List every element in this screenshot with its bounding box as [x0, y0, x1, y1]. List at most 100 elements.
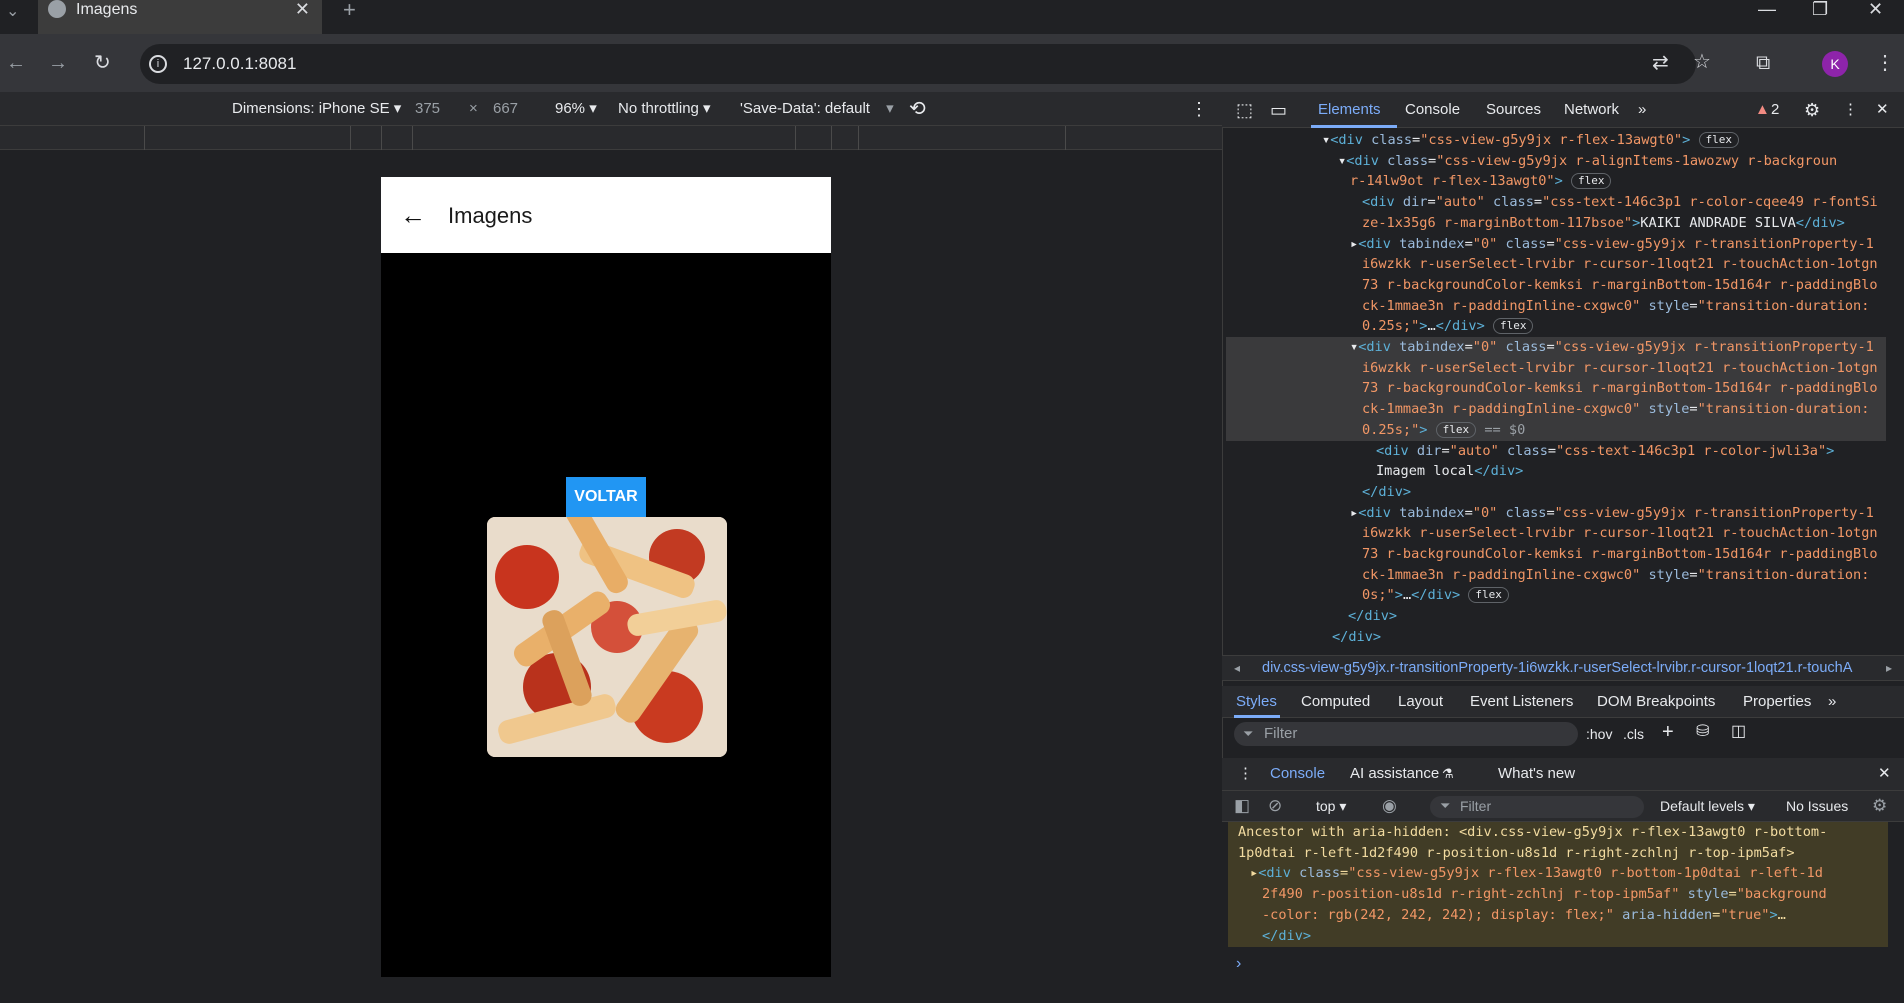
throttling-select[interactable]: No throttling ▾: [618, 92, 711, 126]
tab-sources[interactable]: Sources: [1486, 92, 1541, 128]
tree-line-selected[interactable]: ck-1mmae3n r-paddingInline-cxgwc0" style…: [1226, 399, 1886, 420]
tab-styles[interactable]: Styles: [1236, 686, 1277, 718]
arrow-left-icon[interactable]: ←: [400, 198, 426, 232]
tab-properties[interactable]: Properties: [1743, 686, 1811, 718]
menu-icon[interactable]: ⋮: [1875, 51, 1895, 75]
hov-button[interactable]: :hov: [1586, 722, 1612, 746]
translate-icon[interactable]: ⇄: [1652, 51, 1669, 75]
drawer-tab-ai-assistance[interactable]: AI assistance: [1350, 758, 1439, 790]
settings-gear-icon[interactable]: ⚙: [1804, 92, 1820, 128]
close-devtools-icon[interactable]: ✕: [1876, 92, 1889, 128]
warning-icon[interactable]: ▲: [1755, 92, 1770, 128]
tab-network[interactable]: Network: [1564, 92, 1619, 128]
restore-icon[interactable]: ❐: [1812, 0, 1828, 18]
tree-line[interactable]: Imagem local</div>: [1226, 461, 1886, 482]
tree-line[interactable]: ▸<div tabindex="0" class="css-view-g5y9j…: [1226, 234, 1886, 255]
forward-icon[interactable]: →: [48, 51, 68, 75]
width-input[interactable]: 375: [415, 92, 440, 126]
tab-event-listeners[interactable]: Event Listeners: [1470, 686, 1573, 718]
close-drawer-icon[interactable]: ✕: [1878, 758, 1891, 790]
close-window-icon[interactable]: ✕: [1868, 0, 1883, 18]
save-data-select[interactable]: 'Save-Data': default ▾: [740, 92, 894, 126]
media-query-ruler[interactable]: [0, 126, 1222, 150]
tree-line-selected[interactable]: 0.25s;"> flex == $0: [1226, 419, 1886, 441]
breadcrumb[interactable]: div.css-view-g5y9jx.r-transitionProperty…: [1262, 655, 1877, 681]
tree-line[interactable]: ck-1mmae3n r-paddingInline-cxgwc0" style…: [1226, 296, 1886, 317]
tree-line[interactable]: ▸<div tabindex="0" class="css-view-g5y9j…: [1226, 503, 1886, 524]
tree-line-selected[interactable]: ▾<div tabindex="0" class="css-view-g5y9j…: [1226, 337, 1886, 358]
zoom-select[interactable]: 96% ▾: [555, 92, 597, 126]
sidebar-toggle-icon[interactable]: ◫: [1731, 720, 1746, 744]
levels-select[interactable]: Default levels ▾: [1660, 790, 1755, 822]
voltar-button[interactable]: VOLTAR: [566, 477, 646, 517]
height-input[interactable]: 667: [493, 92, 518, 126]
clear-console-icon[interactable]: ⊘: [1268, 790, 1282, 822]
drawer-tab-console[interactable]: Console: [1270, 758, 1325, 790]
tree-line-selected[interactable]: 73 r-backgroundColor-kemksi r-marginBott…: [1226, 378, 1886, 400]
warning-count[interactable]: 2: [1771, 92, 1779, 128]
profile-avatar[interactable]: K: [1822, 51, 1848, 77]
tree-line[interactable]: <div dir="auto" class="css-text-146c3p1 …: [1226, 441, 1886, 462]
tree-line[interactable]: </div>: [1226, 627, 1886, 648]
tree-line[interactable]: 73 r-backgroundColor-kemksi r-marginBott…: [1226, 275, 1886, 296]
tree-line[interactable]: ▾<div class="css-view-g5y9jx r-flex-13aw…: [1226, 130, 1886, 151]
tab-console[interactable]: Console: [1405, 92, 1460, 128]
context-select[interactable]: top ▾: [1316, 790, 1346, 822]
tab-elements[interactable]: Elements: [1318, 92, 1381, 128]
close-tab-icon[interactable]: ✕: [295, 0, 310, 18]
more-tabs-icon[interactable]: »: [1638, 92, 1646, 128]
tree-line[interactable]: </div>: [1226, 606, 1886, 627]
cls-button[interactable]: .cls: [1623, 722, 1644, 746]
browser-tab[interactable]: Imagens ✕: [38, 0, 322, 34]
sidebar-icon[interactable]: ◧: [1234, 790, 1250, 822]
flex-badge[interactable]: flex: [1468, 587, 1509, 604]
tree-line[interactable]: 73 r-backgroundColor-kemksi r-marginBott…: [1226, 544, 1886, 565]
drawer-menu-icon[interactable]: ⋮: [1238, 758, 1253, 790]
tab-dom-breakpoints[interactable]: DOM Breakpoints: [1597, 686, 1715, 718]
reload-icon[interactable]: ↻: [94, 51, 111, 75]
issues-button[interactable]: No Issues: [1786, 790, 1848, 822]
inspect-element-icon[interactable]: ⬚: [1236, 92, 1253, 128]
drawer-tab-whats-new[interactable]: What's new: [1498, 758, 1575, 790]
device-select[interactable]: Dimensions: iPhone SE ▾: [232, 92, 401, 126]
flex-badge[interactable]: flex: [1698, 132, 1739, 148]
add-rule-icon[interactable]: +: [1662, 720, 1674, 744]
console-settings-icon[interactable]: ⚙: [1872, 790, 1887, 822]
crumb-left-icon[interactable]: ◂: [1234, 655, 1240, 681]
elements-tree[interactable]: ▾<div class="css-view-g5y9jx r-flex-13aw…: [1226, 130, 1886, 650]
tree-line[interactable]: r-14lw9ot r-flex-13awgt0"> flex: [1226, 171, 1886, 192]
flex-badge[interactable]: flex: [1435, 421, 1477, 438]
tree-line[interactable]: i6wzkk r-userSelect-lrvibr r-cursor-1loq…: [1226, 523, 1886, 544]
more-style-tabs-icon[interactable]: »: [1828, 686, 1836, 718]
minimize-icon[interactable]: —: [1758, 0, 1776, 18]
new-tab-icon[interactable]: +: [343, 0, 356, 22]
devtools-menu-icon[interactable]: ⋮: [1843, 92, 1858, 128]
crumb-right-icon[interactable]: ▸: [1886, 655, 1892, 681]
paint-icon[interactable]: ⛁: [1696, 720, 1709, 744]
tab-search-icon[interactable]: ⌄: [6, 0, 19, 24]
back-icon[interactable]: ←: [6, 51, 26, 75]
device-options-icon[interactable]: ⋮: [1190, 92, 1208, 126]
site-info-icon[interactable]: i: [149, 55, 167, 73]
flex-badge[interactable]: flex: [1492, 318, 1534, 335]
address-bar[interactable]: [140, 44, 1696, 84]
console-prompt-icon[interactable]: ›: [1236, 955, 1241, 973]
tree-line[interactable]: 0.25s;">…</div> flex: [1226, 316, 1886, 337]
tree-line[interactable]: ck-1mmae3n r-paddingInline-cxgwc0" style…: [1226, 565, 1886, 586]
tree-line[interactable]: ze-1x35g6 r-marginBottom-117bsoe">KAIKI …: [1226, 213, 1886, 234]
tree-line[interactable]: i6wzkk r-userSelect-lrvibr r-cursor-1loq…: [1226, 254, 1886, 275]
flex-badge[interactable]: flex: [1570, 173, 1612, 190]
tab-computed[interactable]: Computed: [1301, 686, 1370, 718]
bookmark-star-icon[interactable]: ☆: [1693, 50, 1711, 74]
eye-icon[interactable]: ◉: [1382, 790, 1397, 822]
rotate-icon[interactable]: ⟲: [909, 92, 926, 126]
tree-line[interactable]: <div dir="auto" class="css-text-146c3p1 …: [1226, 192, 1886, 213]
tree-line-selected[interactable]: i6wzkk r-userSelect-lrvibr r-cursor-1loq…: [1226, 357, 1886, 379]
extensions-icon[interactable]: ⧉: [1756, 51, 1770, 75]
tree-line[interactable]: </div>: [1226, 482, 1886, 503]
device-toggle-icon[interactable]: ▭: [1270, 92, 1287, 128]
console-warning[interactable]: Ancestor with aria-hidden: <div.css-view…: [1228, 822, 1888, 947]
tree-line[interactable]: ▾<div class="css-view-g5y9jx r-alignItem…: [1226, 151, 1886, 172]
tree-line[interactable]: 0s;">…</div> flex: [1226, 585, 1886, 606]
tab-layout[interactable]: Layout: [1398, 686, 1443, 718]
